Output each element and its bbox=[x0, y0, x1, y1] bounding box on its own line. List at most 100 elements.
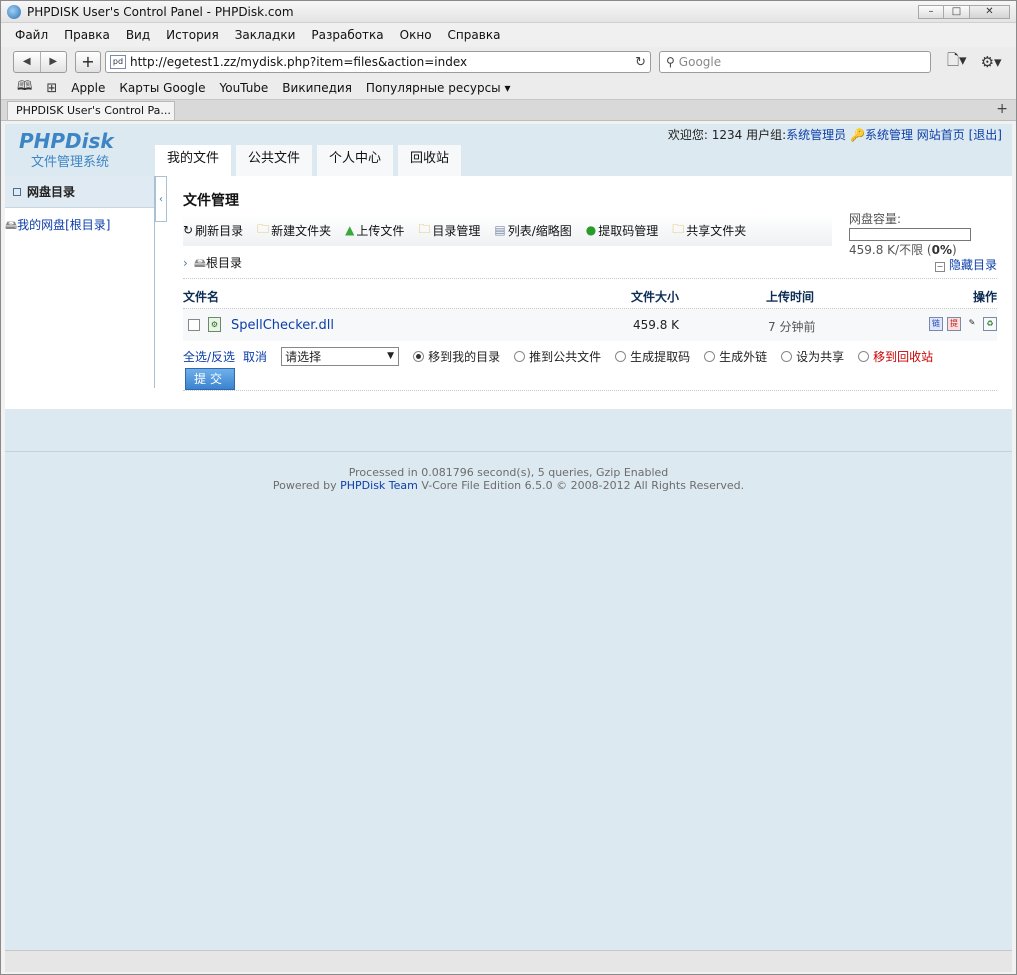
sidebar-collapse-button[interactable]: ‹ bbox=[155, 176, 167, 222]
bookmark-wikipedia[interactable]: Википедия bbox=[282, 81, 352, 95]
shared-folder-button[interactable]: 🗀 共享文件夹 bbox=[672, 220, 746, 241]
edit-icon[interactable]: ✎ bbox=[965, 317, 979, 331]
view-toggle-label: 列表/缩略图 bbox=[507, 223, 572, 238]
minimize-icon[interactable]: – bbox=[918, 4, 944, 19]
radio-button[interactable] bbox=[781, 350, 793, 362]
option-move-recycle[interactable]: 移到回收站 bbox=[858, 348, 933, 365]
site-logo[interactable]: PHPDisk 文件管理系统 bbox=[19, 129, 114, 170]
nav-buttons: ◀ ▶ bbox=[13, 51, 67, 73]
add-bookmark-button[interactable]: + bbox=[75, 51, 101, 73]
sidebar-item-root[interactable]: 🖴我的网盘[根目录] bbox=[5, 216, 154, 237]
shared-folder-label: 共享文件夹 bbox=[686, 223, 747, 238]
top-sites-grid-icon[interactable]: ⊞ bbox=[46, 81, 57, 96]
row-actions: 链 提 ✎ ♻ bbox=[929, 317, 997, 331]
bookmark-youtube[interactable]: YouTube bbox=[220, 81, 269, 95]
page-menu-icon[interactable]: 🗋▾ bbox=[947, 50, 967, 75]
code-manage-label: 提取码管理 bbox=[598, 223, 659, 238]
back-icon[interactable]: ◀ bbox=[14, 52, 41, 72]
chevron-right-icon: › bbox=[183, 256, 188, 270]
footer: Processed in 0.081796 second(s), 5 queri… bbox=[5, 466, 1012, 492]
file-name-link[interactable]: SpellChecker.dll bbox=[231, 318, 334, 333]
new-folder-button[interactable]: 🗀 新建文件夹 bbox=[257, 220, 331, 241]
divider bbox=[183, 390, 997, 391]
menu-file[interactable]: Файл bbox=[15, 28, 48, 42]
menu-help[interactable]: Справка bbox=[448, 28, 501, 42]
tab-recycle-bin[interactable]: 回收站 bbox=[398, 145, 462, 176]
extract-code-icon[interactable]: 提 bbox=[947, 317, 961, 331]
tab-phpdisk[interactable]: PHPDISK User's Control Pa... bbox=[7, 101, 175, 120]
footer-divider bbox=[5, 451, 1012, 452]
option-label: 推到公共文件 bbox=[529, 349, 602, 364]
address-input[interactable]: http://egetest1.zz/mydisk.php?item=files… bbox=[130, 55, 635, 69]
footer-team-link[interactable]: PHPDisk Team bbox=[340, 479, 418, 492]
submit-button[interactable]: 提交 bbox=[185, 368, 235, 390]
menu-bookmarks[interactable]: Закладки bbox=[235, 28, 296, 42]
search-field[interactable]: ⚲ Google bbox=[659, 51, 931, 73]
close-icon[interactable]: ✕ bbox=[970, 4, 1010, 19]
capacity-percent: 0% bbox=[931, 243, 952, 257]
refresh-button[interactable]: ↻ 刷新目录 bbox=[183, 222, 243, 239]
option-push-public[interactable]: 推到公共文件 bbox=[514, 348, 601, 365]
collapse-box-icon: − bbox=[934, 262, 945, 272]
radio-button[interactable] bbox=[514, 350, 526, 362]
user-group-link[interactable]: 系统管理员 bbox=[786, 128, 846, 142]
folder-icon: 🗀 bbox=[418, 221, 431, 236]
divider bbox=[183, 278, 997, 279]
breadcrumb-root[interactable]: 根目录 bbox=[206, 256, 242, 270]
site-logo-subtitle: 文件管理系统 bbox=[31, 155, 110, 170]
option-set-shared[interactable]: 设为共享 bbox=[781, 348, 844, 365]
folder-select[interactable]: 请选择 ▼ bbox=[281, 346, 400, 366]
tab-personal-center[interactable]: 个人中心 bbox=[317, 145, 394, 176]
site-home-link[interactable]: 网站首页 bbox=[917, 128, 965, 142]
option-gen-code[interactable]: 生成提取码 bbox=[615, 348, 690, 365]
site-favicon-icon: pd bbox=[110, 55, 126, 69]
radio-button[interactable] bbox=[413, 350, 425, 362]
radio-button[interactable] bbox=[858, 350, 870, 362]
option-gen-link[interactable]: 生成外链 bbox=[704, 348, 767, 365]
view-toggle-button[interactable]: ▤ 列表/缩略图 bbox=[494, 222, 571, 239]
reload-icon[interactable]: ↻ bbox=[635, 55, 646, 70]
recycle-icon[interactable]: ♻ bbox=[983, 317, 997, 331]
footer-powered: Powered by bbox=[272, 479, 337, 492]
upload-button[interactable]: ▲ 上传文件 bbox=[345, 222, 404, 239]
tab-my-files[interactable]: 我的文件 bbox=[155, 145, 232, 176]
link-icon[interactable]: 链 bbox=[929, 317, 943, 331]
reading-list-icon[interactable]: 🕮 bbox=[17, 77, 32, 99]
bookmark-popular[interactable]: Популярные ресурсы ▾ bbox=[366, 81, 511, 95]
tab-public-files[interactable]: 公共文件 bbox=[236, 145, 313, 176]
option-label: 移到我的目录 bbox=[428, 349, 501, 364]
sidebar: 网盘目录 🖴我的网盘[根目录] bbox=[5, 176, 155, 388]
logout-link[interactable]: [退出] bbox=[969, 128, 1002, 142]
option-move-to-my-dir[interactable]: 移到我的目录 bbox=[413, 348, 500, 365]
cancel-link[interactable]: 取消 bbox=[243, 348, 267, 365]
admin-link[interactable]: 系统管理 bbox=[865, 128, 913, 142]
menu-window[interactable]: Окно bbox=[400, 28, 432, 42]
hide-directory-link[interactable]: − 隐藏目录 bbox=[934, 256, 997, 273]
disk-icon: 🖴 bbox=[5, 218, 18, 232]
bulk-actions: 全选/反选 取消 请选择 ▼ 移到我的目录 推到公共文件 生成提取码 生成外链 设… bbox=[183, 346, 997, 366]
menu-develop[interactable]: Разработка bbox=[311, 28, 383, 42]
browser-logo-icon bbox=[7, 4, 21, 19]
hide-directory-label: 隐藏目录 bbox=[948, 258, 997, 272]
radio-button[interactable] bbox=[704, 350, 716, 362]
col-size: 文件大小 bbox=[631, 290, 680, 304]
folder-manage-button[interactable]: 🗀 目录管理 bbox=[418, 220, 480, 241]
row-checkbox[interactable] bbox=[188, 319, 200, 331]
sidebar-item-label: 我的网盘[根目录] bbox=[17, 218, 111, 232]
shared-folder-icon: 🗀 bbox=[672, 221, 685, 236]
gear-icon[interactable]: ⚙▾ bbox=[981, 53, 1002, 71]
menu-view[interactable]: Вид bbox=[126, 28, 150, 42]
bookmark-google-maps[interactable]: Карты Google bbox=[119, 81, 205, 95]
menu-history[interactable]: История bbox=[166, 28, 219, 42]
bookmark-apple[interactable]: Apple bbox=[71, 81, 105, 95]
new-tab-icon[interactable]: + bbox=[996, 101, 1008, 117]
radio-button[interactable] bbox=[615, 350, 627, 362]
address-bar[interactable]: pd http://egetest1.zz/mydisk.php?item=fi… bbox=[105, 51, 651, 73]
menu-edit[interactable]: Правка bbox=[64, 28, 110, 42]
new-folder-icon: 🗀 bbox=[257, 221, 270, 236]
code-manage-button[interactable]: ● 提取码管理 bbox=[586, 222, 659, 239]
maximize-icon[interactable]: □ bbox=[944, 4, 970, 19]
select-all-link[interactable]: 全选/反选 bbox=[183, 348, 235, 365]
window-title: PHPDISK User's Control Panel - PHPDisk.c… bbox=[27, 4, 294, 19]
forward-icon[interactable]: ▶ bbox=[41, 52, 67, 72]
